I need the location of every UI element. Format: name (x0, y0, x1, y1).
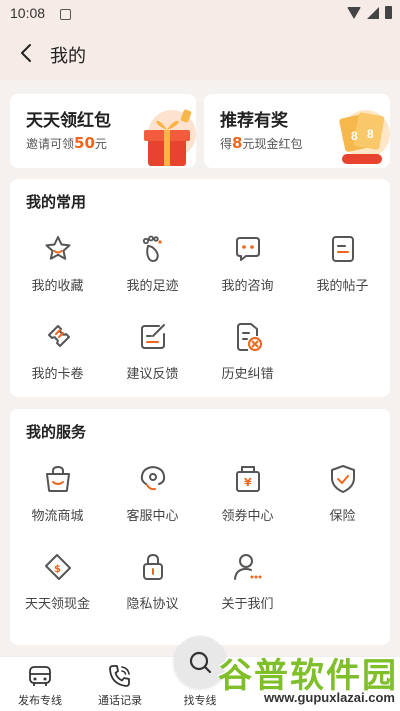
wifi-icon (347, 6, 361, 19)
common-item-feedback[interactable]: 建议反馈 (105, 321, 200, 382)
nav-item-call-log[interactable]: 通话记录 (92, 663, 148, 708)
battery-icon (385, 6, 392, 19)
lock-icon (142, 553, 163, 580)
service-item-support[interactable]: 客服中心 (105, 463, 200, 524)
notification-icon (60, 9, 71, 20)
common-item-correction[interactable]: 历史纠错 (200, 321, 295, 382)
promo-card-referral[interactable]: 推荐有奖 得8元现金红包 8 8 (204, 94, 390, 168)
section-title: 我的常用 (26, 193, 87, 211)
common-item-cards[interactable]: 我的卡卷 (10, 321, 105, 382)
watermark: 谷普软件园 www.gupuxlazai.com (218, 646, 400, 711)
common-item-footprint[interactable]: 我的足迹 (105, 233, 200, 294)
service-item-daily-cash[interactable]: $ 天天领现金 (10, 551, 105, 612)
item-label: 隐私协议 (126, 597, 179, 612)
star-icon (45, 236, 70, 260)
service-item-insurance[interactable]: 保险 (295, 463, 390, 524)
service-item-privacy[interactable]: 隐私协议 (105, 551, 200, 612)
item-label: 我的咨询 (221, 279, 274, 294)
promo-title: 推荐有奖 (220, 111, 288, 131)
common-item-consult[interactable]: 我的咨询 (200, 233, 295, 294)
item-label: 历史纠错 (221, 367, 274, 382)
nav-item-find-line[interactable]: 找专线 (178, 689, 222, 708)
bag-icon (45, 465, 70, 492)
promo-card-red-packet[interactable]: 天天领红包 邀请可领50元 (10, 94, 196, 168)
signal-icon (367, 6, 379, 19)
item-label: 保险 (329, 509, 356, 524)
service-item-mall[interactable]: 物流商城 (10, 463, 105, 524)
common-item-favorites[interactable]: 我的收藏 (10, 233, 105, 294)
promo-subtitle: 邀请可领50元 (26, 134, 107, 152)
svg-text:$: $ (54, 564, 61, 575)
nav-item-publish[interactable]: 发布专线 (12, 663, 68, 708)
nav-label: 找专线 (183, 694, 217, 707)
section-common: 我的常用 我的收藏 我的足迹 我的咨询 我的帖子 我的卡卷 建议反馈 历史纠错 (10, 179, 390, 397)
page-title: 我的 (50, 46, 86, 67)
watermark-url: www.gupuxlazai.com (264, 690, 395, 705)
item-label: 领券中心 (221, 509, 274, 524)
feedback-icon (140, 324, 165, 349)
shield-icon (330, 465, 355, 493)
footprint-icon (142, 235, 162, 263)
ticket-icon (47, 325, 70, 347)
status-icons (347, 6, 392, 19)
svg-text:8: 8 (351, 129, 358, 143)
item-label: 物流商城 (31, 509, 84, 524)
chat-icon (235, 237, 260, 261)
nav-label: 通话记录 (98, 694, 142, 707)
nav-label: 发布专线 (18, 694, 62, 707)
truck-icon (29, 666, 51, 686)
section-title: 我的服务 (26, 423, 87, 441)
common-item-posts[interactable]: 我的帖子 (295, 233, 390, 294)
back-arrow-icon[interactable] (14, 40, 40, 66)
post-icon (331, 236, 354, 262)
item-label: 客服中心 (126, 509, 179, 524)
svg-text:8: 8 (367, 127, 374, 141)
item-label: 我的帖子 (316, 279, 369, 294)
item-label: 我的卡卷 (31, 367, 84, 382)
promo-subtitle: 得8元现金红包 (220, 134, 303, 152)
item-label: 关于我们 (221, 597, 274, 612)
status-bar: 10:08 (0, 0, 400, 28)
correction-icon (236, 323, 262, 351)
svg-text:¥: ¥ (244, 476, 252, 489)
item-label: 我的足迹 (126, 279, 179, 294)
about-icon (233, 554, 261, 580)
top-bar: 我的 (0, 28, 400, 80)
phone-icon (109, 665, 130, 687)
item-label: 建议反馈 (126, 367, 179, 382)
status-time: 10:08 (10, 5, 46, 21)
section-services: 我的服务 物流商城 客服中心 ¥ 领券中心 保险 $ 天天领现金 隐私协议 关于… (10, 409, 390, 645)
headset-icon (140, 465, 165, 491)
gift-box-icon (144, 109, 196, 166)
search-icon (189, 651, 212, 674)
coupon-stack-icon: 8 8 (339, 110, 390, 164)
coupon-icon: ¥ (235, 466, 260, 492)
item-label: 天天领现金 (24, 597, 90, 612)
service-item-coupons[interactable]: ¥ 领券中心 (200, 463, 295, 524)
service-item-about[interactable]: 关于我们 (200, 551, 295, 612)
item-label: 我的收藏 (31, 279, 84, 294)
cash-icon: $ (44, 554, 71, 580)
promo-title: 天天领红包 (26, 111, 111, 131)
